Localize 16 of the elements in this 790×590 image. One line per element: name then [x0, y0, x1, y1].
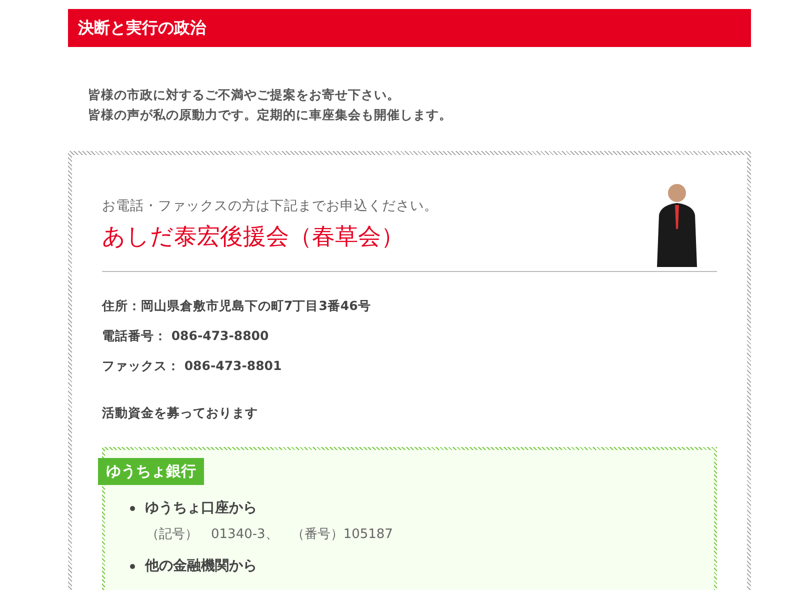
organization-name: あしだ泰宏後援会（春草会） [102, 223, 405, 252]
contact-detail: 住所：岡山県倉敷市児島下の町7丁目3番46号 [102, 298, 372, 315]
bullet-icon [130, 506, 135, 510]
funds-note: 活動資金を募っております [102, 405, 259, 422]
account-number: （記号） 01340-3、 （番号）105187 [145, 526, 394, 543]
bank-method: 他の金融機関から [145, 557, 257, 575]
bank-label: ゆうちょ銀行 [98, 458, 204, 485]
contact-detail: 電話番号： 086-473-8800 [102, 328, 270, 345]
contact-lead: お電話・ファックスの方は下記までお申込ください。 [102, 197, 438, 215]
intro-text: 皆様の声が私の原動力です。定期的に車座集会も開催します。 [88, 106, 453, 124]
person-silhouette-icon [655, 181, 699, 267]
intro-text: 皆様の市政に対するご不満やご提案をお寄せ下さい。 [88, 86, 401, 104]
contact-detail: ファックス： 086-473-8801 [102, 358, 283, 375]
bank-method: ゆうちょ口座から [145, 499, 257, 517]
bullet-icon [130, 564, 135, 568]
header-title: 決断と実行の政治 [78, 18, 206, 38]
